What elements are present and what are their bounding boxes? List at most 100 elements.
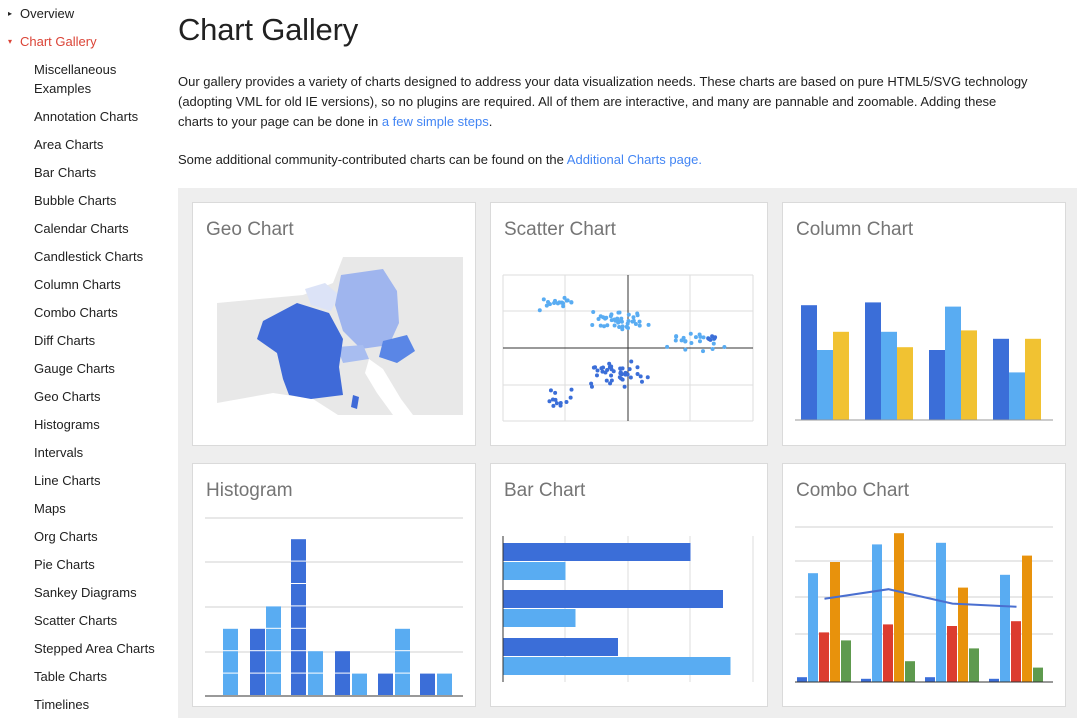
page-title: Chart Gallery	[178, 12, 359, 47]
scatter-point	[646, 322, 651, 327]
sidebar-item-candlestick-charts[interactable]: Candlestick Charts	[34, 247, 159, 266]
sidebar-item-intervals[interactable]: Intervals	[34, 443, 159, 462]
scatter-point	[568, 395, 573, 400]
sidebar-item-area-charts[interactable]: Area Charts	[34, 135, 159, 154]
sidebar-item-combo-charts[interactable]: Combo Charts	[34, 303, 159, 322]
scatter-point	[620, 372, 625, 377]
scatter-point	[609, 367, 614, 372]
bar-bar	[503, 609, 576, 627]
column-bar	[961, 330, 977, 420]
combo-bar	[1011, 621, 1021, 682]
scatter-point	[607, 361, 612, 366]
sidebar-item-sankey-diagrams[interactable]: Sankey Diagrams	[34, 583, 159, 602]
additional-charts-link[interactable]: Additional Charts page.	[567, 152, 702, 167]
scatter-point	[635, 311, 640, 316]
histogram-bar	[308, 673, 323, 695]
scatter-point	[609, 312, 614, 317]
scatter-point	[569, 300, 574, 305]
column-bar	[881, 331, 897, 420]
scatter-point	[637, 319, 642, 324]
column-chart-card[interactable]: Column Chart	[782, 202, 1066, 446]
sidebar-item-maps[interactable]: Maps	[34, 499, 159, 518]
bar-bar	[503, 590, 723, 608]
sidebar-item-column-charts[interactable]: Column Charts	[34, 275, 159, 294]
sidebar-item-timelines[interactable]: Timelines	[34, 695, 159, 714]
histogram-bar	[266, 628, 281, 651]
sidebar-item-miscellaneous-examples[interactable]: Miscellaneous Examples	[34, 60, 159, 98]
scatter-point	[618, 366, 623, 371]
scatter-point	[625, 372, 630, 377]
scatter-point	[712, 336, 717, 341]
scatter-chart-card[interactable]: Scatter Chart	[490, 202, 768, 446]
scatter-point	[697, 339, 702, 344]
scatter-point	[589, 381, 594, 386]
scatter-point	[613, 318, 618, 323]
scatter-point	[551, 403, 556, 408]
histogram-bar	[266, 673, 281, 695]
scatter-point	[635, 365, 640, 370]
column-bar	[817, 350, 833, 420]
sidebar-item-scatter-charts[interactable]: Scatter Charts	[34, 611, 159, 630]
scatter-point	[548, 388, 553, 393]
scatter-point	[710, 346, 715, 351]
nav-chart-gallery[interactable]: ▾ Chart Gallery	[8, 34, 97, 49]
scatter-point	[602, 324, 607, 329]
scatter-point	[679, 338, 684, 343]
scatter-point	[683, 347, 688, 352]
combo-chart-card[interactable]: Combo Chart	[782, 463, 1066, 707]
combo-bar	[872, 544, 882, 682]
histogram-bar	[308, 651, 323, 673]
sidebar-item-calendar-charts[interactable]: Calendar Charts	[34, 219, 159, 238]
scatter-point	[558, 400, 563, 405]
histogram-bar	[266, 651, 281, 673]
sidebar-item-bubble-charts[interactable]: Bubble Charts	[34, 191, 159, 210]
scatter-point	[711, 341, 716, 346]
histogram-bar	[291, 539, 306, 561]
sidebar-item-geo-charts[interactable]: Geo Charts	[34, 387, 159, 406]
bar-chart-thumbnail	[502, 536, 754, 682]
triangle-down-icon: ▾	[8, 37, 13, 46]
scatter-point	[674, 334, 679, 339]
nav-overview[interactable]: ▸ Overview	[8, 6, 74, 21]
sidebar-item-bar-charts[interactable]: Bar Charts	[34, 163, 159, 182]
combo-bar	[905, 661, 915, 682]
nav-chart-gallery-label: Chart Gallery	[20, 34, 97, 49]
geo-chart-card[interactable]: Geo Chart	[192, 202, 476, 446]
scatter-point	[635, 372, 640, 377]
sidebar-item-pie-charts[interactable]: Pie Charts	[34, 555, 159, 574]
bar-chart-card[interactable]: Bar Chart	[490, 463, 768, 707]
scatter-point	[701, 349, 706, 354]
column-bar	[865, 302, 881, 420]
sidebar-item-table-charts[interactable]: Table Charts	[34, 667, 159, 686]
scatter-point	[612, 323, 617, 328]
scatter-point	[698, 334, 703, 339]
scatter-point	[609, 373, 614, 378]
scatter-point	[706, 336, 711, 341]
scatter-point	[591, 365, 596, 370]
histogram-bar	[395, 651, 410, 673]
sidebar-item-diff-charts[interactable]: Diff Charts	[34, 331, 159, 350]
histogram-bar	[291, 584, 306, 606]
scatter-point	[599, 366, 604, 371]
scatter-point	[600, 369, 605, 374]
histogram-card[interactable]: Histogram	[192, 463, 476, 707]
scatter-point	[639, 379, 644, 384]
histogram-bar	[223, 651, 238, 673]
combo-bar	[936, 542, 946, 682]
scatter-point	[594, 373, 599, 378]
sidebar-item-gauge-charts[interactable]: Gauge Charts	[34, 359, 159, 378]
sidebar-item-line-charts[interactable]: Line Charts	[34, 471, 159, 490]
combo-bar	[1022, 555, 1032, 682]
simple-steps-link[interactable]: a few simple steps	[382, 114, 489, 129]
geo-chart-thumbnail	[217, 257, 463, 415]
sidebar-item-annotation-charts[interactable]: Annotation Charts	[34, 107, 159, 126]
combo-bar	[958, 587, 968, 682]
histogram-bar	[250, 651, 265, 673]
sidebar-item-org-charts[interactable]: Org Charts	[34, 527, 159, 546]
combo-bar	[925, 677, 935, 682]
sidebar-item-histograms[interactable]: Histograms	[34, 415, 159, 434]
column-bar	[929, 350, 945, 420]
intro-paragraph: Our gallery provides a variety of charts…	[178, 72, 1028, 132]
sidebar-item-stepped-area-charts[interactable]: Stepped Area Charts	[34, 639, 159, 658]
scatter-point	[626, 318, 631, 323]
